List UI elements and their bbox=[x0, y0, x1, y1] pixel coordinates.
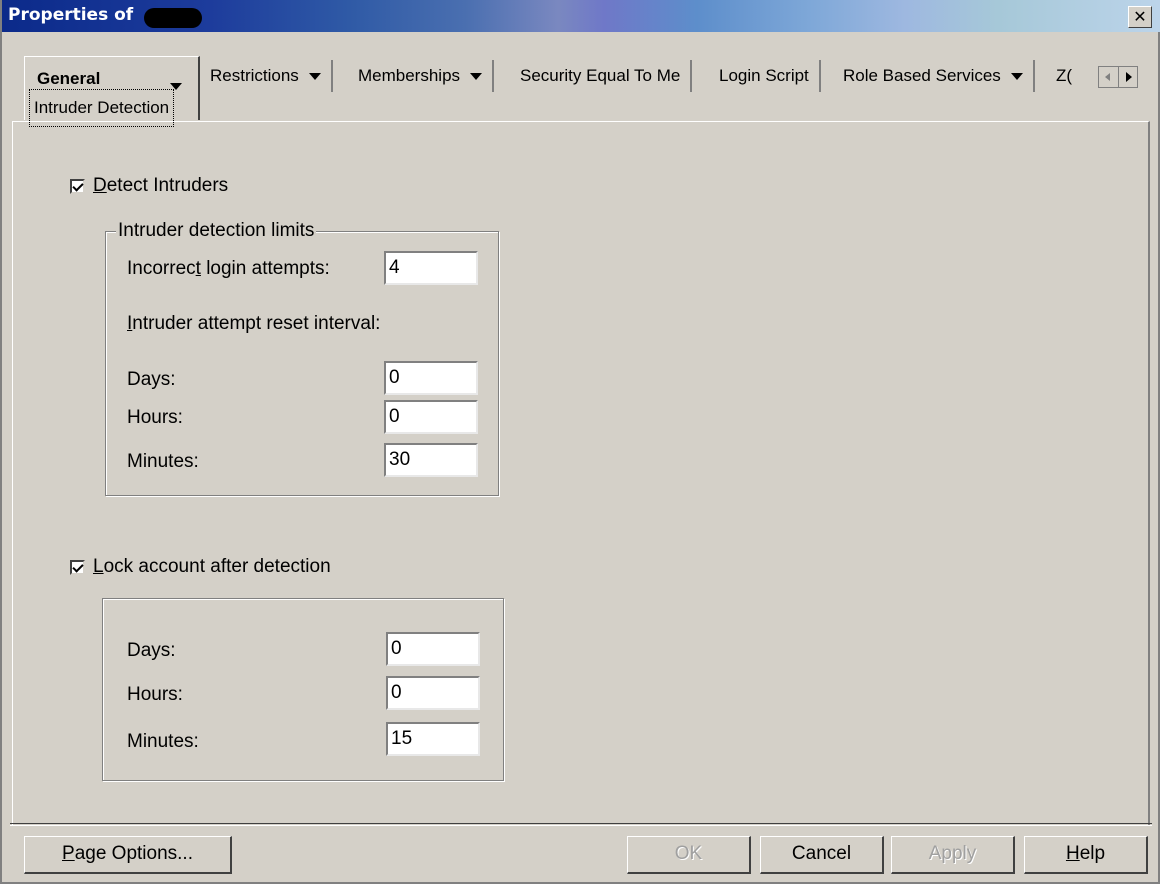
help-button[interactable]: Help bbox=[1024, 836, 1148, 874]
reset-interval-label: Intruder attempt reset interval: bbox=[127, 313, 381, 334]
tab-security-equal-label: Security Equal To Me bbox=[520, 66, 681, 85]
properties-dialog: Properties of ✕ General Intruder Detecti… bbox=[0, 0, 1160, 884]
detect-intruders-checkbox[interactable]: Detect Intruders bbox=[70, 175, 228, 197]
tab-scroll-control bbox=[1098, 66, 1138, 88]
incorrect-login-attempts-field[interactable]: 4 bbox=[384, 251, 478, 285]
checkbox-checked-icon[interactable] bbox=[70, 178, 85, 194]
tab-role-based-services[interactable]: Role Based Services bbox=[833, 60, 1035, 92]
tab-security-equal-to-me[interactable]: Security Equal To Me bbox=[510, 60, 693, 92]
chevron-down-icon[interactable] bbox=[1010, 73, 1023, 81]
reset-minutes-label: Minutes: bbox=[127, 451, 199, 472]
chevron-down-icon[interactable] bbox=[308, 73, 321, 81]
apply-button[interactable]: Apply bbox=[891, 836, 1015, 874]
reset-days-field[interactable]: 0 bbox=[384, 361, 478, 395]
tab-login-script-label: Login Script bbox=[719, 66, 809, 85]
tab-role-based-label: Role Based Services bbox=[843, 66, 1001, 85]
detect-intruders-label: Detect Intruders bbox=[93, 175, 229, 196]
lock-account-checkbox[interactable]: Lock account after detection bbox=[70, 556, 331, 578]
scroll-right-icon[interactable] bbox=[1119, 67, 1138, 87]
group-legend: Intruder detection limits bbox=[116, 220, 317, 242]
redacted-object-name bbox=[144, 8, 202, 28]
lock-days-label: Days: bbox=[127, 640, 176, 661]
lock-minutes-field[interactable]: 15 bbox=[386, 722, 480, 756]
title-bar[interactable]: Properties of ✕ bbox=[2, 0, 1160, 32]
ok-button[interactable]: OK bbox=[627, 836, 751, 874]
footer-divider bbox=[10, 823, 1152, 826]
tab-memberships[interactable]: Memberships bbox=[348, 60, 495, 92]
tab-restrictions[interactable]: Restrictions bbox=[200, 60, 333, 92]
reset-days-label: Days: bbox=[127, 369, 176, 390]
tab-restrictions-label: Restrictions bbox=[210, 66, 299, 85]
lock-days-field[interactable]: 0 bbox=[386, 632, 480, 666]
reset-hours-label: Hours: bbox=[127, 407, 183, 428]
tab-strip: General Intruder Detection Restrictions … bbox=[24, 56, 1154, 127]
lock-account-label: Lock account after detection bbox=[93, 556, 331, 577]
window-title: Properties of bbox=[8, 5, 134, 25]
tab-memberships-label: Memberships bbox=[358, 66, 461, 85]
tab-z-label: Z( bbox=[1056, 66, 1073, 85]
chevron-down-icon[interactable] bbox=[470, 73, 483, 81]
reset-hours-field[interactable]: 0 bbox=[384, 400, 478, 434]
checkbox-checked-icon[interactable] bbox=[70, 559, 85, 575]
lock-hours-field[interactable]: 0 bbox=[386, 676, 480, 710]
close-icon: ✕ bbox=[1133, 7, 1147, 26]
tab-general[interactable]: General Intruder Detection bbox=[24, 56, 200, 127]
tab-z-truncated[interactable]: Z( bbox=[1050, 60, 1078, 92]
lock-minutes-label: Minutes: bbox=[127, 731, 199, 752]
cancel-button[interactable]: Cancel bbox=[760, 836, 884, 874]
incorrect-login-label: Incorrect login attempts: bbox=[127, 258, 330, 279]
scroll-left-icon[interactable] bbox=[1099, 67, 1119, 87]
page-options-button[interactable]: Page Options... bbox=[24, 836, 232, 874]
close-button[interactable]: ✕ bbox=[1128, 6, 1152, 28]
lock-hours-label: Hours: bbox=[127, 684, 183, 705]
tab-login-script[interactable]: Login Script bbox=[709, 60, 821, 92]
reset-minutes-field[interactable]: 30 bbox=[384, 443, 478, 477]
